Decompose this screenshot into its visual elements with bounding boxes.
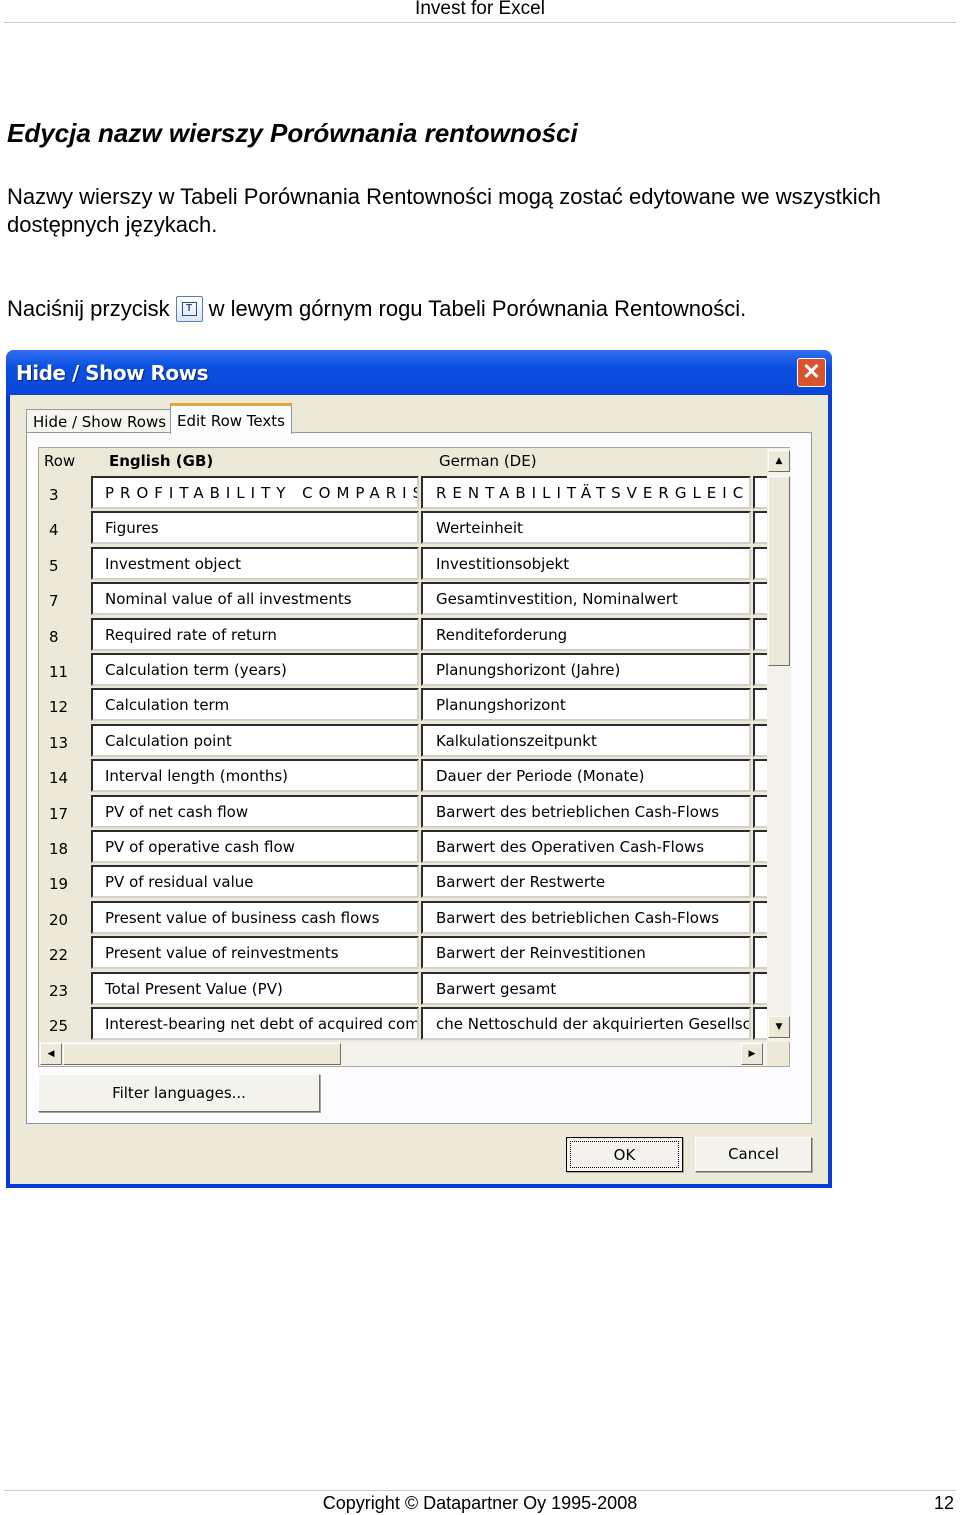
german-text-input[interactable]: Dauer der Periode (Monate) [421, 759, 751, 793]
hide-show-rows-dialog: Hide / Show Rows ✕ Hide / Show Rows Edit… [6, 350, 832, 1188]
english-text-input[interactable]: Calculation term (years) [91, 653, 419, 686]
table-row: 18 PV of operative cash flow Barwert des… [39, 830, 781, 865]
english-text-input[interactable]: Interest-bearing net debt of acquired co… [91, 1007, 419, 1040]
english-text-input[interactable]: Required rate of return [91, 617, 419, 651]
english-text-input[interactable]: Nominal value of all investments [91, 582, 419, 616]
english-text-input[interactable]: PROFITABILITY COMPARISON [91, 476, 419, 509]
scroll-right-icon[interactable]: ▶ [741, 1043, 763, 1065]
table-row: 25 Interest-bearing net debt of acquired… [39, 1007, 781, 1042]
german-text-input[interactable]: Kalkulationszeitpunkt [421, 723, 751, 757]
english-text-input[interactable]: Total Present Value (PV) [91, 971, 419, 1005]
table-row: 7 Nominal value of all investments Gesam… [39, 582, 781, 617]
german-text-input[interactable]: Werteinheit [421, 511, 751, 545]
row-number: 11 [49, 663, 69, 681]
footer-divider [4, 1490, 956, 1491]
table-row: 4 Figures Werteinheit [39, 511, 781, 546]
german-text-input[interactable]: Investitionsobjekt [421, 546, 751, 580]
column-header-english: English (GB) [109, 452, 214, 470]
english-text-input[interactable]: Present value of reinvestments [91, 936, 419, 970]
column-header-german: German (DE) [439, 452, 537, 470]
table-row: 20 Present value of business cash flows … [39, 900, 781, 936]
german-text-input[interactable]: Barwert des betrieblichen Cash-Flows [421, 900, 751, 934]
german-text-input[interactable]: Barwert gesamt [421, 971, 751, 1005]
table-row: 17 PV of net cash flow Barwert des betri… [39, 794, 781, 830]
row-number: 25 [49, 1017, 69, 1035]
scroll-up-icon[interactable]: ▲ [768, 450, 790, 472]
german-text-input[interactable]: Barwert des Operativen Cash-Flows [421, 830, 751, 863]
instruction-before: Naciśnij przycisk [7, 296, 170, 321]
table-row: 13 Calculation point Kalkulationszeitpun… [39, 723, 781, 759]
close-icon[interactable]: ✕ [797, 358, 826, 387]
dialog-title-bar[interactable]: Hide / Show Rows ✕ [6, 350, 832, 395]
horizontal-scrollbar[interactable]: ◀ ▶ [39, 1042, 767, 1066]
edit-texts-glyph: T [181, 302, 197, 316]
page-number: 12 [933, 1493, 954, 1513]
row-number: 18 [49, 840, 69, 858]
german-text-input[interactable]: Planungshorizont (Jahre) [421, 653, 751, 686]
table-row: 3 PROFITABILITY COMPARISON RENTABILITÄTS… [39, 476, 781, 511]
english-text-input[interactable]: Calculation point [91, 723, 419, 757]
row-number: 8 [49, 627, 59, 646]
english-text-input[interactable]: Calculation term [91, 688, 419, 722]
row-number: 22 [49, 946, 69, 965]
german-text-input[interactable]: Barwert der Reinvestitionen [421, 936, 751, 970]
row-number: 13 [49, 733, 69, 752]
english-text-input[interactable]: PV of residual value [91, 865, 419, 899]
ok-label: OK [570, 1141, 679, 1168]
english-text-input[interactable]: PV of net cash flow [91, 794, 419, 828]
row-number: 20 [49, 910, 69, 929]
german-text-input[interactable]: Barwert des betrieblichen Cash-Flows [421, 794, 751, 828]
english-text-input[interactable]: Figures [91, 511, 419, 545]
scroll-left-icon[interactable]: ◀ [40, 1043, 62, 1065]
table-row: 19 PV of residual value Barwert der Rest… [39, 865, 781, 900]
cancel-button[interactable]: Cancel [695, 1137, 812, 1172]
row-text-grid: Row English (GB) German (DE) 3 PROFITABI… [38, 447, 791, 1067]
row-number: 7 [49, 592, 59, 611]
table-row: 11 Calculation term (years) Planungshori… [39, 653, 781, 688]
table-row: 23 Total Present Value (PV) Barwert gesa… [39, 971, 781, 1007]
german-text-input[interactable]: RENTABILITÄTSVERGLEICH [421, 476, 751, 509]
filter-languages-button[interactable]: Filter languages... [38, 1074, 320, 1112]
table-row: 14 Interval length (months) Dauer der Pe… [39, 759, 781, 794]
paragraph-intro: Nazwy wierszy w Tabeli Porównania Rentow… [7, 184, 881, 237]
row-number: 3 [49, 486, 59, 504]
german-text-input[interactable]: che Nettoschuld der akquirierten Gesells… [421, 1007, 751, 1040]
section-heading: Edycja nazw wierszy Porównania rentownoś… [7, 118, 578, 148]
table-row: 8 Required rate of return Renditeforderu… [39, 617, 781, 653]
english-text-input[interactable]: Present value of business cash flows [91, 900, 419, 934]
german-text-input[interactable]: Planungshorizont [421, 688, 751, 722]
dialog-body: Hide / Show Rows Edit Row Texts Row Engl… [10, 395, 828, 1184]
row-number: 5 [49, 556, 59, 575]
vertical-scrollbar[interactable]: ▲ ▼ [767, 448, 791, 1042]
scroll-down-icon[interactable]: ▼ [768, 1016, 790, 1038]
english-text-input[interactable]: Interval length (months) [91, 759, 419, 793]
ok-button[interactable]: OK [566, 1137, 683, 1172]
german-text-input[interactable]: Barwert der Restwerte [421, 865, 751, 899]
page-header-title: Invest for Excel [415, 0, 545, 19]
tab-hide-show-rows[interactable]: Hide / Show Rows [26, 409, 174, 433]
instruction-after: w lewym górnym rogu Tabeli Porównania Re… [208, 296, 747, 321]
row-number: 12 [49, 698, 69, 717]
english-text-input[interactable]: Investment object [91, 546, 419, 580]
row-number: 4 [49, 521, 59, 540]
footer-copyright: Copyright © Datapartner Oy 1995-2008 [322, 1493, 638, 1513]
row-number: 19 [49, 875, 69, 894]
english-text-input[interactable]: PV of operative cash flow [91, 830, 419, 863]
row-number: 17 [49, 804, 69, 823]
tab-edit-row-texts[interactable]: Edit Row Texts [170, 403, 292, 434]
vertical-scroll-thumb[interactable] [768, 476, 790, 666]
paragraph-instruction: Naciśnij przycisk T w lewym górnym rogu … [7, 296, 746, 322]
horizontal-scroll-thumb[interactable] [63, 1043, 341, 1065]
german-text-input[interactable]: Gesamtinvestition, Nominalwert [421, 582, 751, 616]
german-text-input[interactable]: Renditeforderung [421, 617, 751, 651]
column-header-row: Row [44, 452, 76, 470]
dialog-title: Hide / Show Rows [16, 361, 209, 385]
table-row: 22 Present value of reinvestments Barwer… [39, 936, 781, 971]
edit-texts-icon: T [175, 296, 203, 322]
table-row: 12 Calculation term Planungshorizont [39, 688, 781, 723]
row-number: 14 [49, 769, 69, 788]
table-row: 5 Investment object Investitionsobjekt [39, 546, 781, 582]
header-divider [4, 22, 956, 23]
row-number: 23 [49, 981, 69, 1000]
